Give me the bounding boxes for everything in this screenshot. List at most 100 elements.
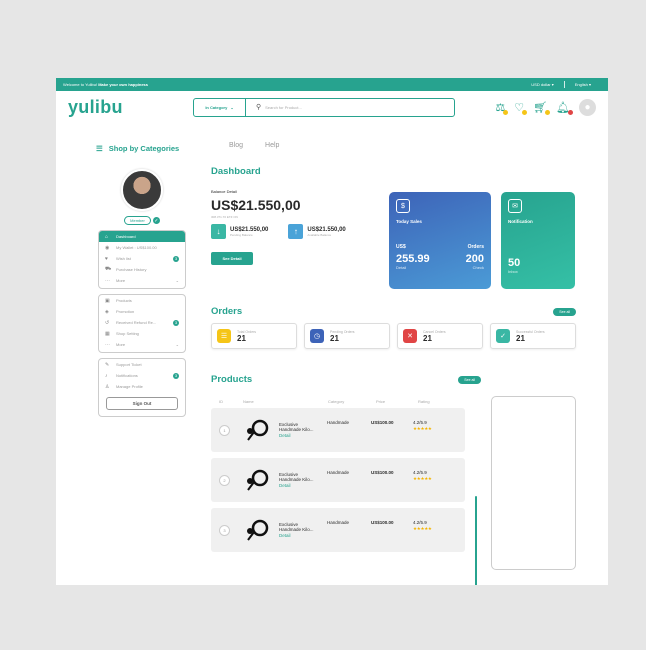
product-rating: 4.2/5.9 [413, 520, 427, 525]
sidebar-item[interactable]: ♙ Manage Profile [99, 381, 185, 392]
orders-title: Orders [211, 306, 243, 317]
sidebar-item[interactable]: ✎ Support Ticket [99, 359, 185, 370]
order-stat-label: Pending Orders [330, 329, 355, 334]
cart-icon[interactable]: 🛒︎ [533, 101, 551, 115]
sidebar-group-support: ✎ Support Ticket ♪ Notifications 3 ♙ Manage Pr… [98, 358, 186, 417]
refund-icon: ↺ [105, 319, 110, 326]
order-cards: ☰ Total Orders 21 ◷ Pending Orders 21 ✕ Cancel … [211, 323, 576, 349]
sidebar-item-label: Manage Profile [116, 384, 143, 389]
count-badge: 3 [173, 319, 179, 326]
sidebar-item-label: Promotion [116, 309, 135, 314]
search-icon: ⚲ [256, 104, 262, 111]
user-avatar[interactable]: ● [579, 98, 596, 116]
sidebar: Member ✓ ⌂ Dashboard ◉ My Wallet : US$100.00… [98, 164, 186, 417]
dollar-icon: $ [396, 199, 410, 213]
sidebar-item[interactable]: ♪ Notifications 3 [99, 370, 185, 381]
sidebar-group-account: ⌂ Dashboard ◉ My Wallet : US$100.00 ♥ Wish li… [98, 230, 186, 289]
sidebar-item-label: Wish list [116, 256, 131, 261]
home-icon: ⌂ [105, 233, 109, 240]
main-content: Dashboard Balance Detail US$21.550,00 30… [211, 166, 576, 585]
product-detail-link[interactable]: Detail [279, 483, 317, 488]
sign-out-button[interactable]: Sign Out [106, 397, 178, 410]
search-bar[interactable]: In Category ⌄ ⚲ Search for Product... [193, 97, 455, 117]
sidebar-item[interactable]: ⋯ More ⌄ [99, 275, 185, 286]
search-input[interactable]: Search for Product... [265, 105, 302, 110]
sidebar-item[interactable]: ▦ Shop Setting [99, 328, 185, 339]
sidebar-group-shop: ▣ Products ◈ Promotion ↺ Received Refund Re..… [98, 294, 186, 353]
clock-icon: ◷ [310, 329, 324, 343]
member-badge: Member [124, 216, 151, 225]
arrow-down-icon: ↓ [211, 224, 226, 239]
chevron-down-icon: ⌄ [175, 278, 179, 283]
table-row[interactable]: 1 Exclusive Handmade Kilo... Detail Handmad… [211, 408, 465, 452]
products-see-all-button[interactable]: See all [458, 375, 481, 384]
sidebar-item[interactable]: ↺ Received Refund Re... 3 [99, 317, 185, 328]
sidebar-item[interactable]: ▣ Products [99, 295, 185, 306]
nav-help[interactable]: Help [265, 142, 279, 149]
sidebar-item[interactable]: ◉ My Wallet : US$100.00 [99, 242, 185, 253]
category-dropdown[interactable]: In Category ⌄ [194, 98, 246, 116]
cancel-icon: ✕ [403, 329, 417, 343]
sidebar-item-label: Shop Setting [116, 331, 139, 336]
order-stat-value: 21 [330, 333, 339, 343]
sidebar-item-label: More [116, 278, 126, 283]
order-stat-label: Cancel Orders [423, 329, 446, 334]
logo[interactable]: yulibu [68, 97, 193, 118]
order-stat-card[interactable]: ✓ Successful Orders 21 [490, 323, 576, 349]
count-badge: 3 [173, 255, 179, 262]
wallet-icon: ◉ [105, 244, 110, 251]
order-stat-label: Total Orders [237, 329, 257, 334]
product-price: US$100.00 [371, 470, 394, 475]
top-bar: Welcome to Yulibu! Make your own happine… [56, 78, 608, 91]
sales-value: 255.99 [396, 253, 430, 265]
nav-blog[interactable]: Blog [229, 142, 243, 149]
today-sales-card[interactable]: $ Today Sales US$ Orders 255.99 200 Detail… [389, 192, 491, 289]
page-title: Dashboard [211, 166, 261, 177]
see-detail-button[interactable]: See Detail [211, 252, 253, 265]
product-detail-link[interactable]: Detail [279, 433, 317, 438]
bell-icon[interactable]: 🔔︎ [556, 101, 573, 115]
product-price: US$100.00 [371, 520, 394, 525]
ticket-icon: ✎ [105, 361, 110, 368]
sidebar-item[interactable]: ⋯ More ⌄ [99, 339, 185, 350]
shop-by-categories[interactable]: ☰ Shop by Categories [96, 144, 179, 153]
notification-card[interactable]: ✉ Notification 50 Inbox [501, 192, 575, 289]
order-stat-value: 21 [237, 333, 246, 343]
available-balance: ↑ US$21.550,00 Available Balance [288, 224, 346, 239]
currency-select[interactable]: USD dollar ▾ [531, 82, 553, 87]
mail-icon: ✉ [508, 199, 522, 213]
language-select[interactable]: English ▾ [575, 82, 591, 87]
table-row[interactable]: 3 Exclusive Handmade Kilo... Detail Handmad… [211, 508, 465, 552]
order-stat-card[interactable]: ☰ Total Orders 21 [211, 323, 297, 349]
sidebar-item-label: More [116, 342, 126, 347]
sidebar-item[interactable]: ♥ Wish list 3 [99, 253, 185, 264]
compare-icon[interactable]: ⚖ [495, 101, 509, 115]
table-row[interactable]: 2 Exclusive Handmade Kilo... Detail Handmad… [211, 458, 465, 502]
sidebar-item[interactable]: ⌂ Dashboard [99, 231, 185, 242]
product-category: Handmade [327, 420, 350, 425]
table-scrollbar[interactable] [475, 496, 477, 585]
user-icon: ♙ [105, 383, 110, 390]
chevron-down-icon: ⌄ [230, 104, 234, 110]
sidebar-item-label: Received Refund Re... [116, 320, 157, 325]
more-icon: ⋯ [105, 341, 110, 348]
order-stat-value: 21 [423, 333, 432, 343]
sidebar-item-label: Notifications [116, 373, 138, 378]
heart-icon[interactable]: ♡ [514, 101, 528, 115]
order-stat-card[interactable]: ✕ Cancel Orders 21 [397, 323, 483, 349]
side-panel [491, 396, 576, 570]
order-stat-card[interactable]: ◷ Pending Orders 21 [304, 323, 390, 349]
product-category: Handmade [327, 470, 350, 475]
header: yulibu In Category ⌄ ⚲ Search for Product… [56, 91, 608, 123]
orders-value: 200 [465, 253, 484, 265]
sidebar-item[interactable]: ⛟ Purchase History [99, 264, 185, 275]
sidebar-item[interactable]: ◈ Promotion [99, 306, 185, 317]
box-icon: ▣ [105, 297, 110, 304]
order-stat-label: Successful Orders [516, 329, 545, 334]
star-rating-icon: ★★★★★ [413, 526, 432, 531]
product-detail-link[interactable]: Detail [279, 533, 317, 538]
orders-see-all-button[interactable]: See all [553, 307, 576, 316]
heart-icon: ♥ [105, 255, 108, 262]
divider [563, 81, 565, 88]
product-category: Handmade [327, 520, 350, 525]
